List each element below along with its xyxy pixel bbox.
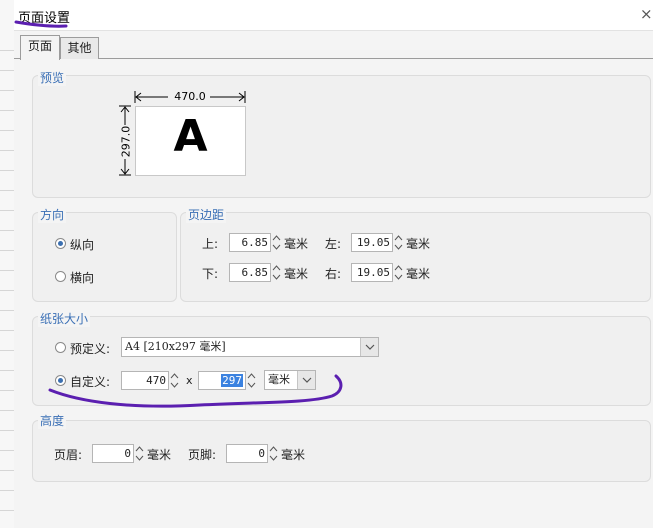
preview-letter: A: [173, 111, 208, 162]
predefined-radio[interactable]: [55, 342, 66, 353]
row-line: [0, 370, 14, 371]
row-line: [0, 230, 14, 231]
row-line: [0, 350, 14, 351]
left-margin-label: 左:: [325, 237, 342, 251]
times-sign: x: [186, 374, 193, 387]
footer-spinner[interactable]: [268, 444, 279, 463]
header-unit: 毫米: [147, 448, 172, 462]
preview-label: 预览: [38, 69, 67, 86]
row-line: [0, 510, 14, 511]
row-line: [0, 430, 14, 431]
bottom-margin-spinner[interactable]: [271, 263, 282, 282]
top-margin-spinner[interactable]: [271, 233, 282, 252]
right-margin-input[interactable]: 19.05: [351, 263, 393, 282]
preview-height-text: 297.0: [119, 125, 133, 158]
right-margin-unit: 毫米: [406, 267, 431, 281]
custom-height-value: 297: [221, 374, 243, 387]
row-line: [0, 150, 14, 151]
right-margin-label: 右:: [325, 267, 342, 281]
height-label: 高度: [38, 412, 67, 429]
row-line: [0, 330, 14, 331]
orientation-group: [32, 212, 177, 302]
row-line: [0, 130, 14, 131]
bottom-margin-input[interactable]: 6.85: [229, 263, 271, 282]
row-line: [0, 390, 14, 391]
predefined-dropdown-icon[interactable]: [360, 338, 378, 356]
custom-radio[interactable]: [55, 375, 66, 386]
row-line: [0, 190, 14, 191]
tab-other[interactable]: 其他: [60, 37, 99, 59]
top-margin-input[interactable]: 6.85: [229, 233, 271, 252]
row-line: [0, 490, 14, 491]
preview-width-text: 470.0: [174, 90, 206, 103]
custom-label: 自定义:: [70, 375, 111, 389]
portrait-radio[interactable]: [55, 238, 66, 249]
header-label: 页眉:: [54, 448, 83, 462]
paper-size-group: [32, 316, 651, 406]
orientation-label: 方向: [38, 206, 67, 223]
header-input[interactable]: 0: [92, 444, 134, 463]
footer-label: 页脚:: [188, 448, 217, 462]
landscape-label: 横向: [70, 271, 95, 285]
dialog-title: 页面设置: [18, 11, 71, 26]
unit-dropdown-icon[interactable]: [297, 371, 315, 389]
footer-input[interactable]: 0: [226, 444, 268, 463]
portrait-label: 纵向: [70, 238, 95, 252]
row-line: [0, 410, 14, 411]
custom-width-input[interactable]: 470: [121, 371, 169, 390]
row-line: [0, 70, 14, 71]
top-margin-label: 上:: [202, 237, 219, 251]
left-margin-spinner[interactable]: [393, 233, 404, 252]
row-line: [0, 210, 14, 211]
landscape-radio[interactable]: [55, 271, 66, 282]
predefined-label: 预定义:: [70, 342, 111, 356]
row-line: [0, 110, 14, 111]
margins-group: [180, 212, 651, 302]
row-line: [0, 90, 14, 91]
unit-select-value: 毫米: [268, 373, 290, 386]
row-line: [0, 470, 14, 471]
row-line: [0, 450, 14, 451]
row-line: [0, 250, 14, 251]
bottom-margin-label: 下:: [202, 267, 219, 281]
row-line: [0, 170, 14, 171]
row-line: [0, 290, 14, 291]
paper-size-label: 纸张大小: [38, 310, 91, 327]
close-icon[interactable]: ×: [640, 5, 653, 23]
left-margin-unit: 毫米: [406, 237, 431, 251]
row-line: [0, 270, 14, 271]
header-spinner[interactable]: [134, 444, 145, 463]
margins-label: 页边距: [186, 206, 227, 223]
right-margin-spinner[interactable]: [393, 263, 404, 282]
custom-height-spinner[interactable]: [246, 371, 257, 390]
custom-width-spinner[interactable]: [169, 371, 180, 390]
bottom-margin-unit: 毫米: [284, 267, 309, 281]
row-line: [0, 50, 14, 51]
background-spreadsheet: [0, 0, 15, 528]
row-line: [0, 310, 14, 311]
custom-height-input[interactable]: 297: [198, 371, 246, 390]
footer-unit: 毫米: [281, 448, 306, 462]
top-margin-unit: 毫米: [284, 237, 309, 251]
tab-page[interactable]: 页面: [20, 35, 60, 60]
predefined-select[interactable]: A4 [210x297 毫米]: [121, 337, 379, 357]
left-margin-input[interactable]: 19.05: [351, 233, 393, 252]
predefined-value: A4 [210x297 毫米]: [125, 340, 226, 353]
title-bar: [14, 0, 653, 31]
tab-strip-border: [14, 58, 653, 59]
